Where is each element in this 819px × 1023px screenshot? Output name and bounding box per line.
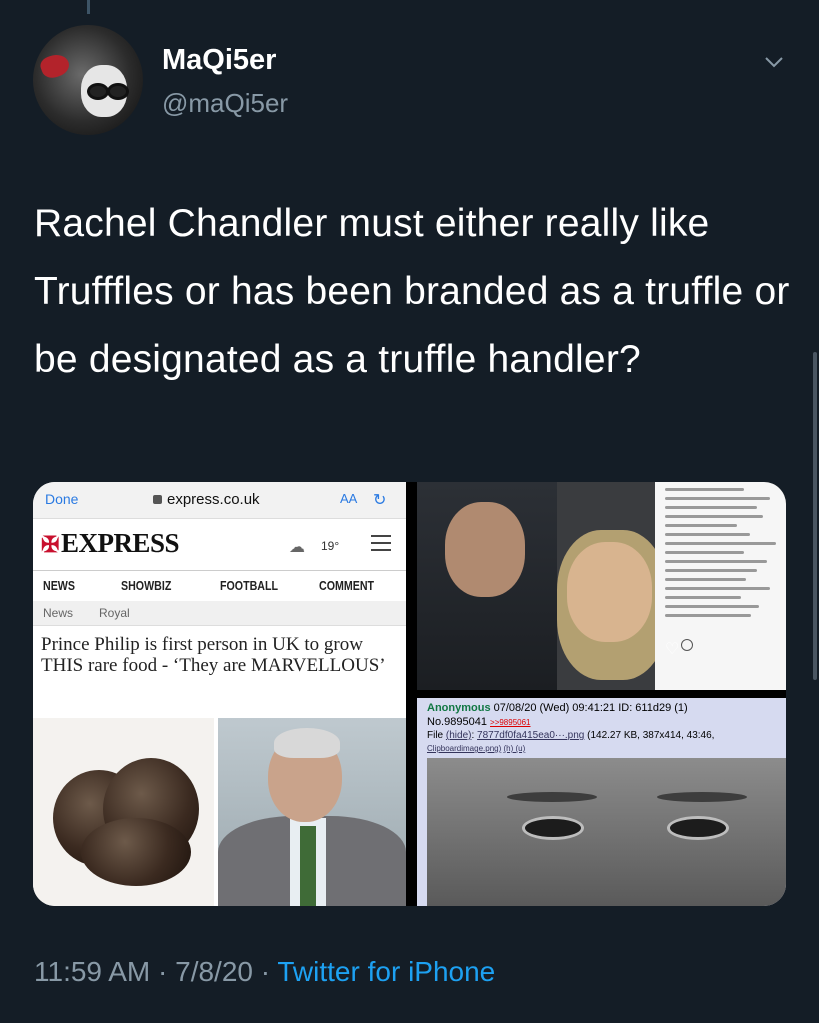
post-file-label: File: [427, 730, 444, 741]
chevron-down-icon[interactable]: [764, 52, 784, 72]
avatar-blood-splat: [38, 50, 72, 82]
author-display-name[interactable]: MaQi5er: [162, 44, 276, 77]
post-eyes-image: [427, 758, 786, 906]
express-logo-text: EXPRESS: [60, 528, 180, 558]
thread-connector-line: [87, 0, 90, 14]
avatar-glasses-right: [107, 83, 129, 100]
browser-aa-label: AA: [340, 491, 358, 506]
post-id-count: (1): [674, 702, 688, 714]
tweet-meta-separator: ·: [150, 956, 176, 987]
browser-done-label: Done: [45, 491, 79, 507]
post-id: ID: 611d29: [618, 702, 672, 714]
comment-icon: [681, 639, 693, 651]
post-number: No.9895041: [427, 716, 487, 728]
post-file-name: 7877df0fa415ea0···.png: [477, 730, 585, 741]
heart-icon: ♡: [665, 641, 680, 658]
media-express-screenshot[interactable]: Done express.co.uk AA ↻ ✠EXPRESS ☁ 19° N…: [33, 482, 406, 906]
breadcrumb-royal: Royal: [99, 606, 130, 620]
nav-item-showbiz: SHOWBIZ: [121, 578, 172, 593]
tweet-source-link[interactable]: Twitter for iPhone: [277, 956, 495, 987]
express-logo: ✠EXPRESS: [41, 528, 179, 559]
author-handle[interactable]: @maQi5er: [162, 88, 288, 119]
post-datetime: 07/08/20 (Wed) 09:41:21: [493, 702, 616, 714]
nav-item-football: FOOTBALL: [220, 578, 279, 593]
post-file-info: (142.27 KB, 387x414, 43:46,: [587, 730, 715, 741]
tweet-text: Rachel Chandler must either really like …: [34, 202, 790, 381]
post-file-extra: Clipboardimage.png) (h) (u): [427, 744, 525, 753]
breadcrumb: News Royal: [33, 601, 406, 626]
nav-item-news: NEWS: [43, 578, 75, 593]
avatar-glasses-left: [87, 83, 109, 100]
article-headline: Prince Philip is first person in UK to g…: [41, 634, 386, 676]
post-extra-links: (h) (u): [503, 744, 526, 753]
weather-temperature: 19°: [321, 539, 340, 553]
browser-bar: Done express.co.uk AA ↻: [33, 482, 406, 519]
weather-icon: ☁: [289, 539, 305, 556]
post-original-name: Clipboardimage.png): [427, 744, 502, 753]
post-hide-link: (hide): [445, 730, 472, 741]
express-nav: NEWS SHOWBIZ FOOTBALL COMMENT: [33, 570, 406, 602]
instagram-comments-panel: ♡: [655, 482, 786, 690]
post-number-line: No.9895041 >>9895061: [427, 716, 531, 728]
lock-icon: [153, 495, 162, 504]
post-header: Anonymous 07/08/20 (Wed) 09:41:21 ID: 61…: [427, 702, 688, 714]
truffle-image: [33, 718, 214, 906]
tweet-meta-separator: ·: [252, 956, 278, 987]
avatar[interactable]: [33, 25, 143, 135]
breadcrumb-news: News: [43, 606, 74, 620]
tweet-time: 11:59 AM: [34, 956, 151, 987]
browser-url-text: express.co.uk: [167, 491, 260, 508]
tweet-media-grid[interactable]: Done express.co.uk AA ↻ ✠EXPRESS ☁ 19° N…: [33, 482, 786, 906]
reload-icon: ↻: [373, 492, 387, 509]
post-file-line: File (hide): 7877df0fa415ea0···.png (142…: [427, 730, 715, 741]
media-imageboard-post[interactable]: Anonymous 07/08/20 (Wed) 09:41:21 ID: 61…: [417, 698, 786, 906]
tweet-meta: 11:59 AM · 7/8/20 · Twitter for iPhone: [34, 956, 495, 988]
tweet-date: 7/8/20: [175, 956, 253, 987]
menu-icon: [371, 535, 391, 556]
post-author: Anonymous: [427, 702, 491, 714]
scrollbar[interactable]: [813, 352, 817, 680]
media-photo-screenshot[interactable]: ♡: [417, 482, 786, 690]
prince-philip-image: [218, 718, 406, 906]
browser-url: express.co.uk: [153, 491, 260, 508]
nav-item-comment: COMMENT: [319, 578, 375, 593]
crusader-icon: ✠: [41, 532, 59, 557]
post-reply-link: >>9895061: [490, 718, 531, 727]
